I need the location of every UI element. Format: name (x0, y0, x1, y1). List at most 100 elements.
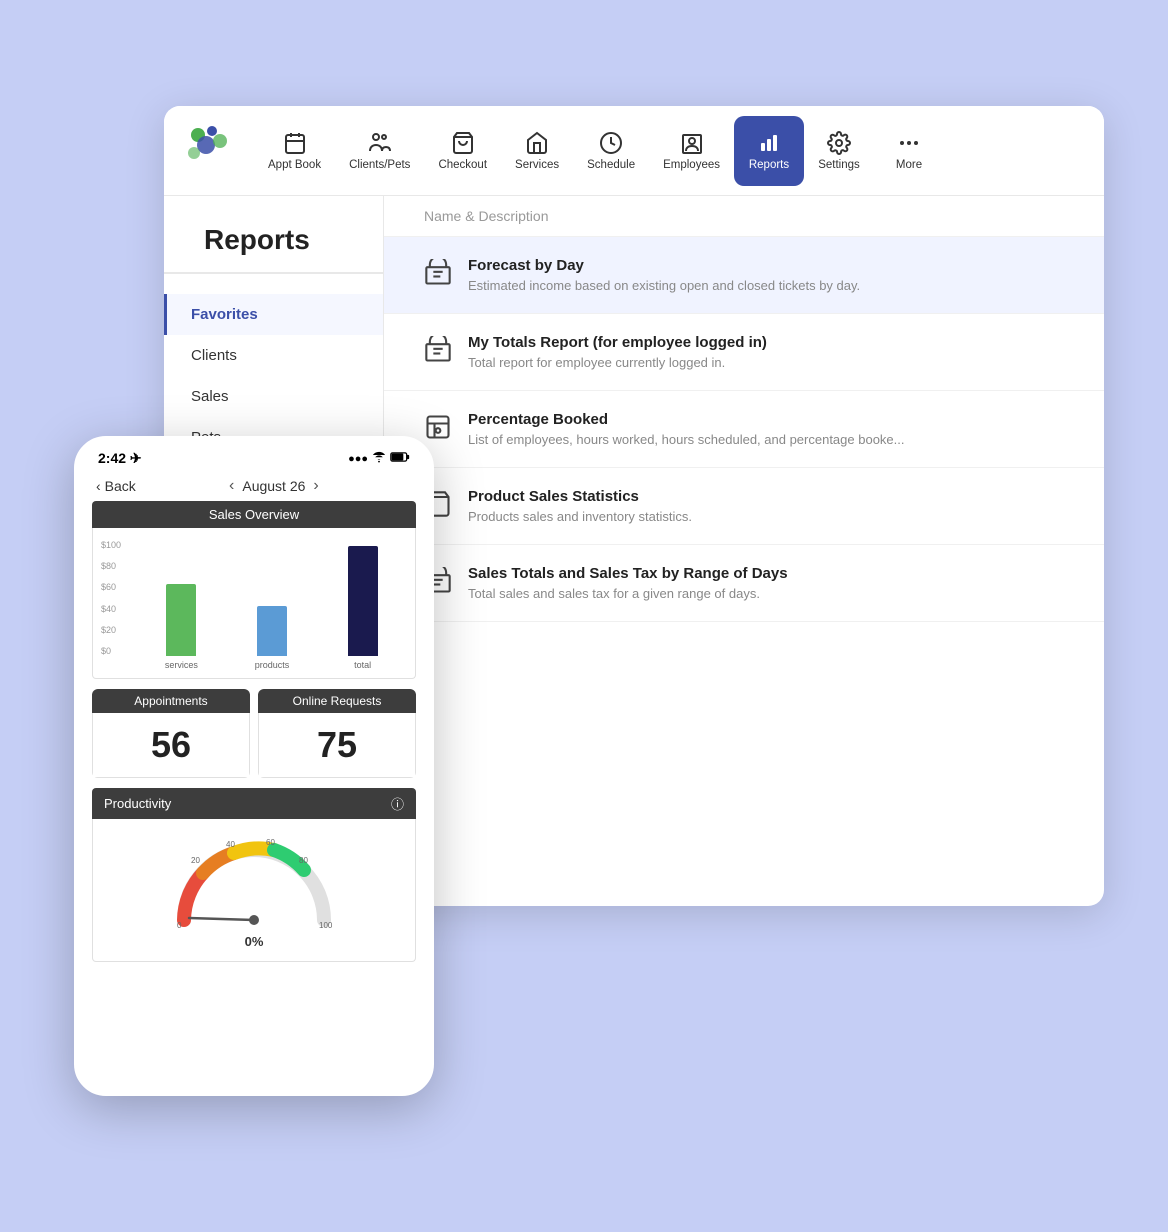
bar-group-products: products (228, 606, 317, 670)
nav-item-more[interactable]: More (874, 116, 944, 186)
report-item-forecast[interactable]: Forecast by Day Estimated income based o… (384, 237, 1104, 314)
appointments-card-header: Appointments (92, 689, 250, 713)
report-title-totals: My Totals Report (for employee logged in… (468, 334, 767, 351)
bar-services (166, 584, 196, 656)
report-title-product-sales: Product Sales Statistics (468, 488, 692, 505)
nav-label-schedule: Schedule (587, 159, 635, 171)
y-label-80: $80 (101, 561, 121, 571)
nav-item-services[interactable]: Services (501, 116, 573, 186)
reports-title-area: Reports (164, 196, 383, 273)
online-requests-card-header: Online Requests (258, 689, 416, 713)
y-label-40: $40 (101, 604, 121, 614)
svg-text:20: 20 (191, 856, 200, 865)
report-icon-percentage (424, 413, 452, 446)
online-requests-count: 75 (267, 725, 407, 765)
report-item-product-sales[interactable]: Product Sales Statistics Products sales … (384, 468, 1104, 545)
report-desc-percentage: List of employees, hours worked, hours s… (468, 432, 905, 447)
mobile-panel: 2:42 ✈ ●●● ‹ Back ‹ (74, 436, 434, 1096)
reports-icon (757, 131, 781, 155)
report-text-percentage: Percentage Booked List of employees, hou… (468, 411, 905, 447)
nav-label-services: Services (515, 159, 559, 171)
svg-text:60: 60 (266, 838, 275, 847)
navbar: Appt Book Clients/Pets Checkout Services (164, 106, 1104, 196)
y-label-20: $20 (101, 625, 121, 635)
bar-label-services: services (165, 660, 198, 670)
y-axis-labels: $100 $80 $60 $40 $20 $0 (101, 540, 121, 670)
back-chevron-icon: ‹ (96, 478, 101, 494)
date-nav: ‹ August 26 › (229, 477, 319, 495)
gauge-value: 0% (245, 934, 264, 949)
report-item-sales-totals[interactable]: Sales Totals and Sales Tax by Range of D… (384, 545, 1104, 622)
nav-item-clients-pets[interactable]: Clients/Pets (335, 116, 424, 186)
app-logo (184, 123, 234, 178)
sidebar-item-clients[interactable]: Clients (164, 335, 383, 376)
productivity-title: Productivity (104, 796, 171, 811)
report-text-totals: My Totals Report (for employee logged in… (468, 334, 767, 370)
nav-label-checkout: Checkout (438, 159, 487, 171)
report-text-sales-totals: Sales Totals and Sales Tax by Range of D… (468, 565, 788, 601)
clients-icon (368, 131, 392, 155)
productivity-body: 0 20 40 60 80 100 0% (92, 819, 416, 962)
reports-list-area: Name & Description Forecast by Day Estim… (384, 196, 1104, 906)
svg-text:0: 0 (177, 921, 182, 930)
nav-label-settings: Settings (818, 159, 860, 171)
calendar-icon (283, 131, 307, 155)
appointments-card-body: 56 (92, 713, 250, 778)
more-icon (897, 131, 921, 155)
chart-title: Sales Overview (92, 501, 416, 528)
y-label-100: $100 (101, 540, 121, 550)
report-item-percentage[interactable]: Percentage Booked List of employees, hou… (384, 391, 1104, 468)
report-title-forecast: Forecast by Day (468, 257, 860, 274)
stats-row: Appointments 56 Online Requests 75 (92, 689, 416, 778)
svg-text:100: 100 (319, 921, 333, 930)
report-item-totals[interactable]: My Totals Report (for employee logged in… (384, 314, 1104, 391)
online-requests-card-body: 75 (258, 713, 416, 778)
bar-products (257, 606, 287, 656)
nav-label-employees: Employees (663, 159, 720, 171)
mobile-nav-bar: ‹ Back ‹ August 26 › (80, 471, 428, 501)
report-desc-forecast: Estimated income based on existing open … (468, 278, 860, 293)
report-desc-sales-totals: Total sales and sales tax for a given ra… (468, 586, 788, 601)
next-date-button[interactable]: › (313, 477, 318, 495)
y-label-60: $60 (101, 582, 121, 592)
employees-icon (680, 131, 704, 155)
report-desc-product-sales: Products sales and inventory statistics. (468, 509, 692, 524)
sidebar-item-favorites[interactable]: Favorites (164, 294, 383, 335)
wifi-icon (372, 450, 386, 467)
bar-chart: $100 $80 $60 $40 $20 $0 services product… (101, 540, 407, 670)
nav-item-reports[interactable]: Reports (734, 116, 804, 186)
sidebar-item-sales[interactable]: Sales (164, 376, 383, 417)
online-requests-card[interactable]: Online Requests 75 (258, 689, 416, 778)
back-button[interactable]: ‹ Back (96, 478, 136, 494)
nav-item-settings[interactable]: Settings (804, 116, 874, 186)
nav-item-appt-book[interactable]: Appt Book (254, 116, 335, 186)
report-desc-totals: Total report for employee currently logg… (468, 355, 767, 370)
chart-section: Sales Overview $100 $80 $60 $40 $20 $0 s… (92, 501, 416, 679)
current-date: August 26 (242, 478, 305, 494)
nav-label-clients-pets: Clients/Pets (349, 159, 410, 171)
report-icon-forecast (424, 259, 452, 292)
info-icon: ⓘ (391, 794, 404, 813)
status-icons: ●●● (348, 450, 410, 467)
nav-label-appt-book: Appt Book (268, 159, 321, 171)
bar-group-total: total (318, 546, 407, 670)
y-label-0: $0 (101, 646, 121, 656)
gauge-container: 0 20 40 60 80 100 0% (169, 835, 339, 949)
nav-item-checkout[interactable]: Checkout (424, 116, 501, 186)
bar-group-services: services (137, 584, 226, 670)
clock-icon (599, 131, 623, 155)
appointments-card[interactable]: Appointments 56 (92, 689, 250, 778)
settings-icon (827, 131, 851, 155)
report-text-product-sales: Product Sales Statistics Products sales … (468, 488, 692, 524)
nav-item-employees[interactable]: Employees (649, 116, 734, 186)
svg-text:80: 80 (299, 856, 308, 865)
services-icon (525, 131, 549, 155)
gauge-svg: 0 20 40 60 80 100 (169, 835, 339, 930)
signal-icon: ●●● (348, 453, 368, 465)
report-title-sales-totals: Sales Totals and Sales Tax by Range of D… (468, 565, 788, 582)
prev-date-button[interactable]: ‹ (229, 477, 234, 495)
scene: Appt Book Clients/Pets Checkout Services (34, 66, 1134, 1166)
nav-item-schedule[interactable]: Schedule (573, 116, 649, 186)
cart-icon (451, 131, 475, 155)
productivity-section: Productivity ⓘ (92, 788, 416, 962)
